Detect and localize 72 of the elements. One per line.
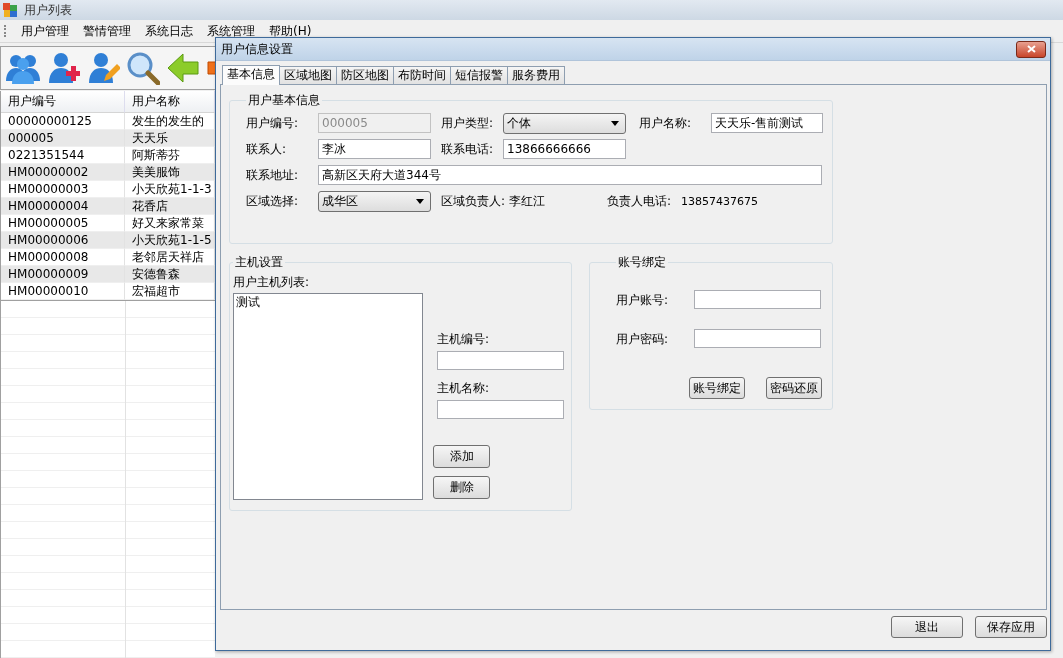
table-cell: 安德鲁森	[125, 266, 215, 283]
field-label: 联系人:	[246, 142, 288, 156]
table-cell: 花香店	[125, 198, 215, 215]
exit-button[interactable]: 退出	[891, 616, 963, 638]
delete-button[interactable]: 删除	[433, 476, 490, 499]
field-label: 用户密码:	[616, 331, 670, 346]
field-label: 区域负责人:	[441, 194, 506, 208]
field-label: 区域选择:	[246, 194, 300, 208]
group-title: 主机设置	[234, 254, 284, 271]
table-cell: HM00000009	[1, 266, 125, 283]
field-label: 用户账号:	[616, 292, 670, 307]
field-label: 联系地址:	[246, 168, 300, 182]
add-user-icon[interactable]	[46, 51, 80, 85]
menu-item[interactable]: 系统日志	[138, 22, 200, 40]
text-field[interactable]: 13866666666	[503, 139, 626, 159]
text-field[interactable]: 高新区天府大道344号	[318, 165, 822, 185]
field-label: 负责人电话:	[607, 194, 672, 208]
field-label: 主机编号:	[437, 332, 490, 346]
dropdown[interactable]: 成华区	[318, 190, 431, 212]
tab[interactable]: 防区地图	[336, 66, 394, 84]
manager-name: 李红江	[509, 192, 546, 210]
dropdown[interactable]: 个体	[503, 112, 626, 134]
menu-item[interactable]: 警情管理	[76, 22, 138, 40]
save-apply-button[interactable]: 保存应用	[975, 616, 1047, 638]
menu-item[interactable]: 系统管理	[200, 22, 262, 40]
table-cell: 美美服饰	[125, 164, 215, 181]
text-field[interactable]: 李冰	[318, 139, 431, 159]
window-title: 用户列表	[24, 1, 72, 19]
reset-password-button[interactable]: 密码还原	[766, 377, 822, 399]
field-label: 主机名称:	[437, 381, 490, 395]
text-field[interactable]	[694, 290, 821, 309]
table-cell: 小天欣苑1-1-5	[125, 232, 215, 249]
arrow-left-icon[interactable]	[166, 51, 200, 85]
app-icon	[2, 2, 18, 18]
table-cell: HM00000010	[1, 283, 125, 300]
group-title: 用户基本信息	[247, 92, 321, 109]
field-label: 联系电话:	[441, 142, 495, 156]
table-cell: HM00000004	[1, 198, 125, 215]
edit-user-icon[interactable]	[86, 51, 120, 85]
column-header[interactable]: 用户名称	[125, 91, 215, 113]
table-cell: 000005	[1, 130, 125, 147]
caret-icon	[416, 198, 424, 204]
column-header[interactable]: 用户编号	[1, 91, 125, 113]
list-label: 用户主机列表:	[233, 275, 310, 289]
manager-phone: 13857437675	[681, 194, 759, 208]
text-field[interactable]	[694, 329, 821, 348]
text-field[interactable]: 天天乐-售前测试	[711, 113, 823, 133]
field-label: 用户编号:	[246, 116, 300, 130]
list-item[interactable]: 测试	[236, 295, 420, 310]
tab[interactable]: 基本信息	[222, 65, 280, 85]
close-icon	[1026, 45, 1036, 53]
field-label: 用户类型:	[441, 116, 495, 130]
tab[interactable]: 区域地图	[279, 66, 337, 84]
dialog-title: 用户信息设置	[221, 40, 293, 58]
add-button[interactable]: 添加	[433, 445, 490, 468]
menu-item[interactable]: 用户管理	[14, 22, 76, 40]
text-field[interactable]	[437, 351, 564, 370]
tab[interactable]: 服务费用	[507, 66, 565, 84]
group-title: 账号绑定	[617, 254, 667, 271]
text-field[interactable]	[437, 400, 564, 419]
bind-account-button[interactable]: 账号绑定	[689, 377, 745, 399]
tab[interactable]: 短信报警	[450, 66, 508, 84]
tab[interactable]: 布防时间	[393, 66, 451, 84]
table-cell: HM00000006	[1, 232, 125, 249]
host-list[interactable]: 测试	[233, 293, 423, 500]
table-cell: 天天乐	[125, 130, 215, 147]
close-button[interactable]	[1016, 40, 1046, 58]
field-label: 用户名称:	[639, 116, 693, 130]
search-icon[interactable]	[126, 51, 160, 85]
caret-icon	[611, 120, 619, 126]
menu-item[interactable]: 帮助(H)	[262, 22, 319, 40]
table-cell: HM00000002	[1, 164, 125, 181]
